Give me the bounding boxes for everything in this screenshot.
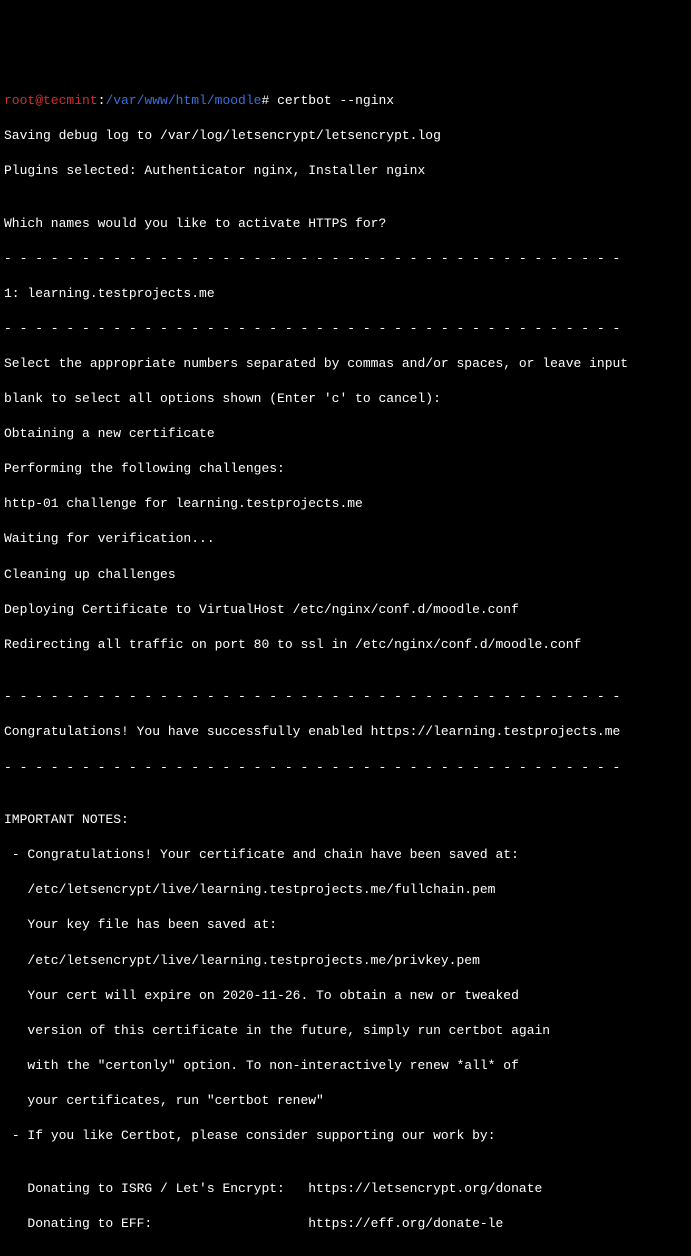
output-line: blank to select all options shown (Enter… bbox=[4, 390, 687, 408]
output-important-notes-heading: IMPORTANT NOTES: bbox=[4, 811, 687, 829]
terminal-output[interactable]: root@tecmint:/var/www/html/moodle# certb… bbox=[4, 74, 687, 1256]
output-line: Waiting for verification... bbox=[4, 530, 687, 548]
output-line: version of this certificate in the futur… bbox=[4, 1022, 687, 1040]
output-line: Your key file has been saved at: bbox=[4, 916, 687, 934]
output-line: Which names would you like to activate H… bbox=[4, 215, 687, 233]
output-line: Plugins selected: Authenticator nginx, I… bbox=[4, 162, 687, 180]
output-line: with the "certonly" option. To non-inter… bbox=[4, 1057, 687, 1075]
output-line: Obtaining a new certificate bbox=[4, 425, 687, 443]
output-domain-option: 1: learning.testprojects.me bbox=[4, 285, 687, 303]
output-line: Deploying Certificate to VirtualHost /et… bbox=[4, 601, 687, 619]
output-line: your certificates, run "certbot renew" bbox=[4, 1092, 687, 1110]
output-line: /etc/letsencrypt/live/learning.testproje… bbox=[4, 952, 687, 970]
output-line: Saving debug log to /var/log/letsencrypt… bbox=[4, 127, 687, 145]
prompt-user-host: root@tecmint bbox=[4, 93, 98, 108]
prompt-path: /var/www/html/moodle bbox=[105, 93, 261, 108]
output-separator: - - - - - - - - - - - - - - - - - - - - … bbox=[4, 250, 687, 268]
output-congratulations: Congratulations! You have successfully e… bbox=[4, 723, 687, 741]
output-line: Cleaning up challenges bbox=[4, 566, 687, 584]
output-line: - If you like Certbot, please consider s… bbox=[4, 1127, 687, 1145]
output-line: Your cert will expire on 2020-11-26. To … bbox=[4, 987, 687, 1005]
prompt-line-1: root@tecmint:/var/www/html/moodle# certb… bbox=[4, 92, 687, 110]
output-separator: - - - - - - - - - - - - - - - - - - - - … bbox=[4, 688, 687, 706]
output-line: Select the appropriate numbers separated… bbox=[4, 355, 687, 373]
command-text: certbot --nginx bbox=[277, 93, 394, 108]
output-line: Donating to EFF: https://eff.org/donate-… bbox=[4, 1215, 687, 1233]
output-line: /etc/letsencrypt/live/learning.testproje… bbox=[4, 881, 687, 899]
prompt-hash: # bbox=[261, 93, 277, 108]
output-separator: - - - - - - - - - - - - - - - - - - - - … bbox=[4, 759, 687, 777]
output-separator: - - - - - - - - - - - - - - - - - - - - … bbox=[4, 320, 687, 338]
output-line: http-01 challenge for learning.testproje… bbox=[4, 495, 687, 513]
output-line: Redirecting all traffic on port 80 to ss… bbox=[4, 636, 687, 654]
output-line: - Congratulations! Your certificate and … bbox=[4, 846, 687, 864]
output-line: Performing the following challenges: bbox=[4, 460, 687, 478]
output-line: Donating to ISRG / Let's Encrypt: https:… bbox=[4, 1180, 687, 1198]
